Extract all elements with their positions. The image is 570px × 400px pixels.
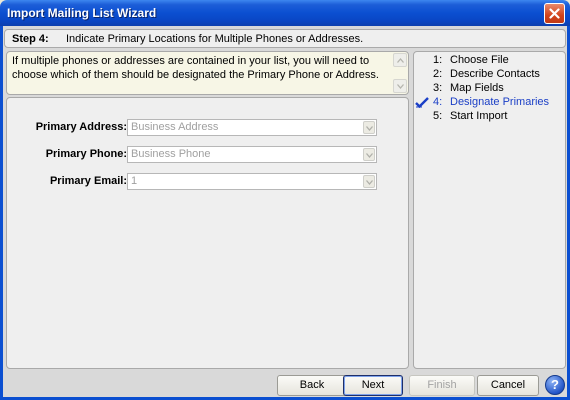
step-number-label: Step 4: xyxy=(12,33,49,45)
step-item-start-import: 5: Start Import xyxy=(433,110,563,124)
dropdown-button[interactable] xyxy=(363,148,375,161)
step-name: Designate Primaries xyxy=(450,96,550,108)
step-number: 1: xyxy=(433,54,443,66)
primary-email-row: Primary Email: 1 xyxy=(7,173,407,190)
help-button[interactable]: ? xyxy=(545,375,565,395)
step-name: Choose File xyxy=(450,54,509,66)
step-name: Describe Contacts xyxy=(450,68,540,80)
primary-address-select[interactable]: Business Address xyxy=(127,119,377,136)
checkmark-icon xyxy=(415,97,429,108)
step-item-choose-file: 1: Choose File xyxy=(433,54,563,68)
primary-phone-value: Business Phone xyxy=(131,148,211,160)
step-header: Step 4: Indicate Primary Locations for M… xyxy=(4,29,566,48)
step-item-designate-primaries: 4: Designate Primaries xyxy=(433,96,563,110)
dropdown-button[interactable] xyxy=(363,175,375,188)
steps-panel: 1: Choose File 2: Describe Contacts 3: M… xyxy=(413,51,566,369)
scroll-down-button[interactable] xyxy=(393,79,407,93)
step-number: 3: xyxy=(433,82,443,94)
scroll-up-button[interactable] xyxy=(393,53,407,67)
step-number: 2: xyxy=(433,68,443,80)
step-name: Start Import xyxy=(450,110,508,122)
info-scrollbar[interactable] xyxy=(393,53,407,93)
chevron-down-icon xyxy=(366,153,373,158)
next-button-label: Next xyxy=(361,379,385,391)
primary-address-row: Primary Address: Business Address xyxy=(7,119,407,136)
step-item-map-fields: 3: Map Fields xyxy=(433,82,563,96)
next-button[interactable]: Next xyxy=(343,375,403,396)
help-icon: ? xyxy=(551,377,559,392)
step-item-describe-contacts: 2: Describe Contacts xyxy=(433,68,563,82)
title-bar: Import Mailing List Wizard xyxy=(0,0,570,26)
step-number: 4: xyxy=(433,96,443,108)
primary-address-label: Primary Address: xyxy=(35,121,127,133)
step-number: 5: xyxy=(433,110,443,122)
finish-button[interactable]: Finish xyxy=(409,375,475,396)
primary-email-label: Primary Email: xyxy=(49,175,127,187)
close-button[interactable] xyxy=(544,3,565,24)
primary-email-select[interactable]: 1 xyxy=(127,173,377,190)
primary-email-value: 1 xyxy=(131,175,138,187)
dropdown-button[interactable] xyxy=(363,121,375,134)
info-panel: If multiple phones or addresses are cont… xyxy=(6,51,409,95)
close-icon xyxy=(549,8,560,19)
fields-panel: Primary Address: Business Address Primar… xyxy=(6,97,409,369)
finish-button-label: Finish xyxy=(427,379,457,391)
primary-address-value: Business Address xyxy=(131,121,219,133)
cancel-button[interactable]: Cancel xyxy=(477,375,539,396)
primary-phone-select[interactable]: Business Phone xyxy=(127,146,377,163)
info-text: If multiple phones or addresses are cont… xyxy=(12,55,379,81)
primary-phone-row: Primary Phone: Business Phone xyxy=(7,146,407,163)
chevron-down-icon xyxy=(366,180,373,185)
window-title: Import Mailing List Wizard xyxy=(7,6,157,20)
cancel-button-label: Cancel xyxy=(490,379,526,391)
chevron-up-icon xyxy=(397,58,404,63)
chevron-down-icon xyxy=(366,126,373,131)
primary-phone-label: Primary Phone: xyxy=(45,148,127,160)
back-button-label: Back xyxy=(299,379,325,391)
step-name: Map Fields xyxy=(450,82,504,94)
chevron-down-icon xyxy=(397,84,404,89)
back-button[interactable]: Back xyxy=(277,375,347,396)
step-title: Indicate Primary Locations for Multiple … xyxy=(66,33,364,45)
